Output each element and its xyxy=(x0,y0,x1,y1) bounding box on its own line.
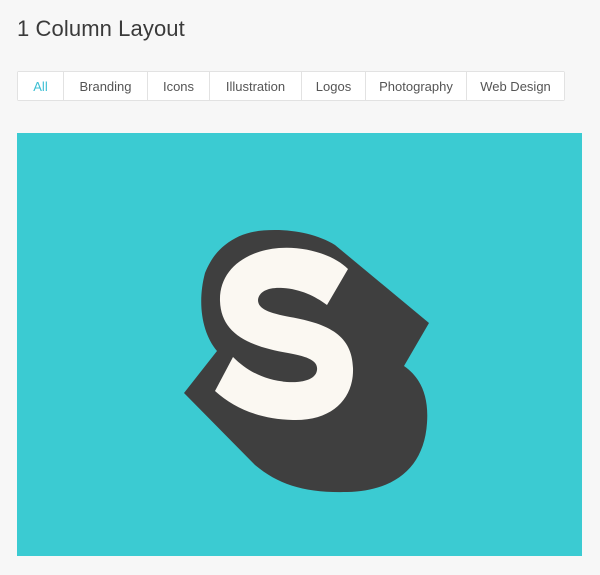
filter-tab-all[interactable]: All xyxy=(18,72,64,100)
portfolio-item-image[interactable] xyxy=(17,133,582,556)
filter-tab-logos[interactable]: Logos xyxy=(302,72,366,100)
filter-tab-photography[interactable]: Photography xyxy=(366,72,467,100)
portfolio-image-artwork xyxy=(17,133,582,556)
portfolio-filter-bar: All Branding Icons Illustration Logos Ph… xyxy=(17,71,565,101)
filter-tab-icons[interactable]: Icons xyxy=(148,72,210,100)
page-title: 1 Column Layout xyxy=(17,16,185,41)
filter-tab-web-design[interactable]: Web Design xyxy=(467,72,564,100)
filter-tab-illustration[interactable]: Illustration xyxy=(210,72,302,100)
filter-tab-branding[interactable]: Branding xyxy=(64,72,148,100)
